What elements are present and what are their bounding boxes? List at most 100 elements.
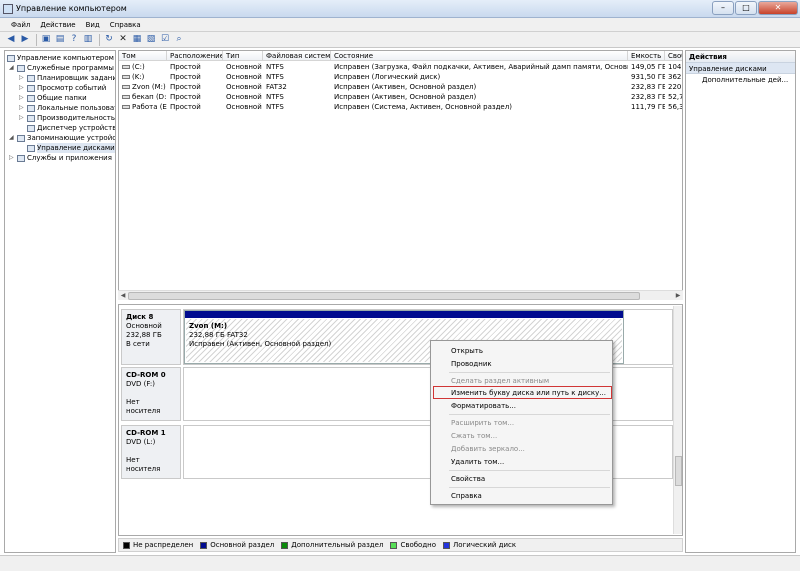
tree-item-performance[interactable]: ▷ Производительность	[19, 113, 115, 123]
tree-item-task-scheduler[interactable]: ▷ Планировщик заданий	[19, 73, 115, 83]
help-icon[interactable]: ?	[68, 34, 80, 45]
legend-item: Основной раздел	[200, 541, 274, 549]
expand-icon[interactable]: ▷	[9, 153, 15, 163]
minimize-button[interactable]: –	[712, 1, 734, 15]
legend-swatch	[281, 541, 289, 549]
forward-icon[interactable]: ▶	[19, 34, 31, 45]
tree-item-shared-folders[interactable]: ▷ Общие папки	[19, 93, 87, 103]
refresh-icon[interactable]: ↻	[103, 34, 115, 45]
menu-file[interactable]: Файл	[6, 18, 35, 31]
volume-name: (C:)	[132, 63, 145, 71]
disk-management-icon	[27, 144, 35, 152]
collapse-icon[interactable]: ◢	[9, 133, 15, 143]
expand-icon[interactable]: ▷	[19, 83, 25, 93]
more-actions-link[interactable]: Дополнительные дей...	[686, 74, 795, 85]
scroll-left-icon[interactable]: ◀	[118, 291, 128, 301]
disk-label[interactable]: CD-ROM 1 DVD (L:) Нет носителя	[121, 425, 181, 479]
close-button[interactable]: ✕	[758, 1, 798, 15]
disk-type: DVD (L:)	[126, 438, 156, 446]
delete-icon[interactable]: ✕	[117, 34, 129, 45]
tree-item-event-viewer[interactable]: ▷ Просмотр событий	[19, 83, 106, 93]
legend-label: Не распределен	[133, 541, 194, 549]
tree-item-device-manager[interactable]: Диспетчер устройств	[27, 123, 115, 133]
scroll-thumb[interactable]	[675, 456, 682, 486]
scroll-right-icon[interactable]: ▶	[673, 291, 683, 301]
menu-help[interactable]: Справка	[105, 18, 146, 31]
column-header-filesystem[interactable]: Файловая система	[263, 51, 331, 61]
tools-icon	[17, 64, 25, 72]
column-header-type[interactable]: Тип	[223, 51, 263, 61]
disk-label[interactable]: CD-ROM 0 DVD (F:) Нет носителя	[121, 367, 181, 421]
disk-label[interactable]: Диск 8 Основной 232,88 ГБ В сети	[121, 309, 181, 365]
table-row[interactable]: (K:) Простой Основной NTFS Исправен (Лог…	[119, 72, 682, 82]
menu-item-open[interactable]: Открыть	[451, 347, 483, 355]
legend-item: Логический диск	[443, 541, 516, 549]
tree-item-storage[interactable]: ◢ Запоминающие устройст	[9, 133, 115, 143]
scroll-thumb[interactable]	[128, 292, 640, 300]
table-row[interactable]: (C:) Простой Основной NTFS Исправен (Заг…	[119, 62, 682, 72]
disk-name: CD-ROM 0	[126, 371, 166, 379]
menu-item-add-mirror[interactable]: Добавить зеркало...	[451, 445, 525, 453]
expand-icon[interactable]: ▷	[19, 93, 25, 103]
tree-item-computer-management[interactable]: Управление компьютером (л	[7, 53, 115, 63]
menu-view[interactable]: Вид	[81, 18, 105, 31]
back-icon[interactable]: ◀	[5, 34, 17, 45]
column-header-free[interactable]: Своб	[665, 51, 682, 61]
menu-item-mark-active[interactable]: Сделать раздел активным	[451, 377, 549, 385]
collapse-icon[interactable]: ◢	[9, 63, 15, 73]
menu-separator	[449, 414, 610, 415]
expand-icon[interactable]: ▷	[19, 73, 25, 83]
cell-status: Исправен (Система, Активен, Основной раз…	[334, 103, 512, 111]
tree-item-system-tools[interactable]: ◢ Служебные программы	[9, 63, 114, 73]
menu-item-properties[interactable]: Свойства	[451, 475, 485, 483]
menu-item-shrink-volume[interactable]: Сжать том...	[451, 432, 497, 440]
tree-item-local-users[interactable]: ▷Локальные пользовател	[19, 103, 115, 113]
tree-item-disk-management[interactable]: Управление дисками	[27, 143, 115, 153]
volume-name: Zvon (M:)	[132, 83, 166, 91]
disk-size: 232,88 ГБ	[126, 331, 162, 339]
volume-name: бекап (D:)	[132, 93, 167, 101]
up-folder-icon[interactable]: ▣	[40, 34, 52, 45]
menu-item-extend-volume[interactable]: Расширить том...	[451, 419, 514, 427]
tree-item-services-apps[interactable]: ▷ Службы и приложения	[9, 153, 112, 163]
column-header-capacity[interactable]: Емкость	[628, 51, 665, 61]
table-row[interactable]: бекап (D:) Простой Основной NTFS Исправе…	[119, 92, 682, 102]
actions-section-disk-management[interactable]: Управление дисками	[686, 63, 795, 74]
context-menu: Открыть Проводник Сделать раздел активны…	[430, 340, 613, 505]
cell-layout: Простой	[170, 73, 201, 81]
cell-capacity: 111,79 ГБ	[631, 103, 665, 111]
vertical-scrollbar[interactable]	[673, 306, 682, 534]
menu-action[interactable]: Действие	[35, 18, 80, 31]
legend-swatch	[200, 541, 208, 549]
column-header-status[interactable]: Состояние	[331, 51, 628, 61]
cell-type: Основной	[226, 93, 262, 101]
cell-status: Исправен (Активен, Основной раздел)	[334, 83, 477, 91]
properties-icon[interactable]: ▦	[131, 34, 143, 45]
drive-icon	[122, 95, 130, 99]
menu-item-help[interactable]: Справка	[451, 492, 482, 500]
legend-item: Дополнительный раздел	[281, 541, 383, 549]
console-icon[interactable]: ▥	[82, 34, 94, 45]
column-header-volume[interactable]: Том	[119, 51, 167, 61]
zoom-icon[interactable]: ⌕	[173, 34, 185, 45]
cell-type: Основной	[226, 63, 262, 71]
menu-item-delete-volume[interactable]: Удалить том...	[451, 458, 504, 466]
disk-name: CD-ROM 1	[126, 429, 166, 437]
cell-filesystem: FAT32	[266, 83, 287, 91]
menu-item-format[interactable]: Форматировать...	[451, 402, 516, 410]
scheduler-icon	[27, 74, 35, 82]
column-header-layout[interactable]: Расположение	[167, 51, 223, 61]
show-hide-tree-icon[interactable]: ▤	[54, 34, 66, 45]
table-row[interactable]: Работа (E:) Простой Основной NTFS Исправ…	[119, 102, 682, 112]
expand-icon[interactable]: ▷	[19, 103, 25, 113]
horizontal-scrollbar[interactable]: ◀ ▶	[118, 290, 683, 300]
table-row[interactable]: Zvon (M:) Простой Основной FAT32 Исправе…	[119, 82, 682, 92]
cell-type: Основной	[226, 103, 262, 111]
menu-item-change-drive-letter[interactable]: Изменить букву диска или путь к диску...	[451, 389, 606, 397]
cell-layout: Простой	[170, 63, 201, 71]
maximize-button[interactable]: □	[735, 1, 757, 15]
menu-item-explorer[interactable]: Проводник	[451, 360, 492, 368]
check-icon[interactable]: ☑	[159, 34, 171, 45]
expand-icon[interactable]: ▷	[19, 113, 25, 123]
open-icon[interactable]: ▧	[145, 34, 157, 45]
